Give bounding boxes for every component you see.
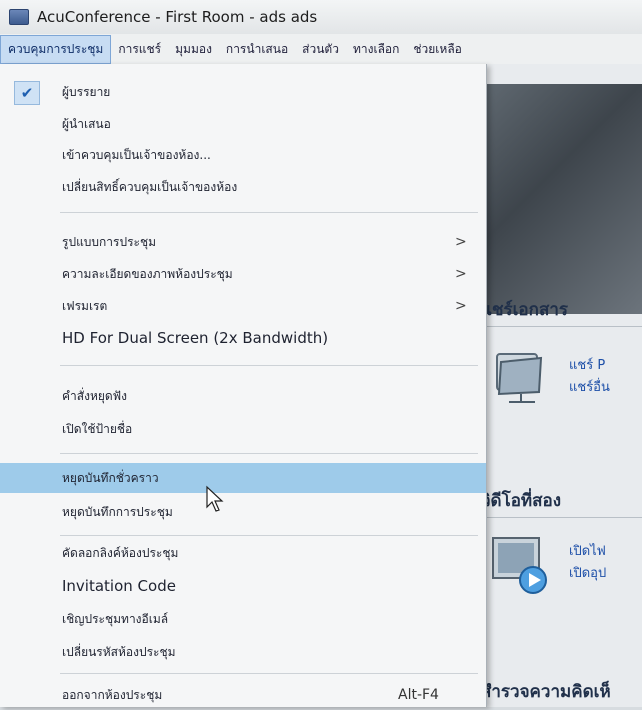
menu-item-label: เปิดใช้ป้ายชื่อ xyxy=(62,421,133,436)
menu-item-label: HD For Dual Screen (2x Bandwidth) xyxy=(62,329,329,347)
menu-item-email-invite[interactable]: เชิญประชุมทางอีเมล์ xyxy=(0,604,486,634)
menu-presentation[interactable]: การนำเสนอ xyxy=(219,36,295,63)
menu-separator xyxy=(60,365,478,366)
folder-icon[interactable] xyxy=(491,342,551,404)
menu-meeting-control[interactable]: ควบคุมการประชุม xyxy=(0,34,112,64)
menu-item-label: เฟรมเรต xyxy=(62,298,108,313)
menu-item-label: เปลี่ยนรหัสห้องประชุม xyxy=(62,644,176,659)
menu-separator xyxy=(60,673,478,674)
menu-item-frame-rate[interactable]: เฟรมเรต > xyxy=(0,291,486,321)
app-icon xyxy=(9,9,29,25)
menu-item-stop-recording[interactable]: หยุดบันทึกการประชุม xyxy=(0,497,486,527)
menu-item-invitation-code[interactable]: Invitation Code xyxy=(0,571,486,601)
menu-item-label: ผู้บรรยาย xyxy=(62,84,111,99)
menu-item-take-ownership[interactable]: เข้าควบคุมเป็นเจ้าของห้อง... xyxy=(0,140,486,170)
share-link-2[interactable]: แชร์อื่น xyxy=(569,376,610,397)
menu-bar: ควบคุมการประชุม การแชร์ มุมมอง การนำเสนอ… xyxy=(0,34,642,65)
check-icon: ✔ xyxy=(14,81,40,105)
menu-item-label: เข้าควบคุมเป็นเจ้าของห้อง... xyxy=(62,147,211,162)
menu-item-video-resolution[interactable]: ความละเอียดของภาพห้องประชุม > xyxy=(0,259,486,289)
menu-separator xyxy=(60,212,478,213)
menu-item-label: หยุดบันทึกชั่วคราว xyxy=(62,470,159,485)
menu-item-label: เปลี่ยนสิทธิ์ควบคุมเป็นเจ้าของห้อง xyxy=(62,179,238,194)
menu-item-enable-name-tags[interactable]: เปิดใช้ป้ายชื่อ xyxy=(0,414,486,444)
shortcut-label: Alt-F4 xyxy=(398,687,439,703)
menu-item-label: ออกจากห้องประชุม xyxy=(62,687,163,702)
meeting-control-menu: ✔ ผู้บรรยาย ผู้นำเสนอ เข้าควบคุมเป็นเจ้า… xyxy=(0,64,487,707)
share-docs-title: แชร์เอกสาร xyxy=(481,300,568,320)
monitor-play-icon[interactable] xyxy=(491,534,551,596)
chevron-right-icon: > xyxy=(455,234,467,250)
section-divider xyxy=(481,326,642,327)
menu-item-pause-recording[interactable]: หยุดบันทึกชั่วคราว xyxy=(0,463,486,493)
menu-separator xyxy=(60,535,478,536)
menu-item-label: หยุดบันทึกการประชุม xyxy=(62,504,173,519)
menu-item-label: คัดลอกลิงค์ห้องประชุม xyxy=(62,545,179,560)
menu-personal[interactable]: ส่วนตัว xyxy=(295,36,346,63)
menu-view[interactable]: มุมมอง xyxy=(168,36,219,63)
menu-item-label: Invitation Code xyxy=(62,577,176,595)
menu-item-presenter[interactable]: ผู้นำเสนอ xyxy=(0,109,486,139)
mouse-cursor-icon xyxy=(206,485,224,512)
menu-options[interactable]: ทางเลือก xyxy=(346,36,406,63)
menu-item-presenter-speaker[interactable]: ✔ ผู้บรรยาย xyxy=(0,77,486,107)
chevron-right-icon: > xyxy=(455,298,467,314)
menu-item-change-ownership[interactable]: เปลี่ยนสิทธิ์ควบคุมเป็นเจ้าของห้อง xyxy=(0,172,486,202)
menu-item-label: ผู้นำเสนอ xyxy=(62,116,111,131)
menu-item-label: คำสั่งหยุดฟัง xyxy=(62,388,128,403)
menu-item-copy-room-link[interactable]: คัดลอกลิงค์ห้องประชุม xyxy=(0,538,486,568)
title-bar: AcuConference - First Room - ads ads xyxy=(0,0,642,34)
menu-item-change-room-password[interactable]: เปลี่ยนรหัสห้องประชุม xyxy=(0,637,486,667)
share-link-1[interactable]: แชร์ P xyxy=(569,354,605,375)
section-divider xyxy=(481,517,642,518)
video-preview xyxy=(487,84,642,314)
menu-separator xyxy=(60,453,478,454)
video-link-2[interactable]: เปิดอุป xyxy=(569,562,606,583)
window-title: AcuConference - First Room - ads ads xyxy=(37,8,318,26)
survey-title: สำรวจความคิดเห็ xyxy=(481,682,611,702)
menu-item-label: ความละเอียดของภาพห้องประชุม xyxy=(62,266,233,281)
second-video-title: วิดีโอที่สอง xyxy=(481,491,562,511)
video-link-1[interactable]: เปิดไฟ xyxy=(569,540,606,561)
menu-item-stop-listening[interactable]: คำสั่งหยุดฟัง xyxy=(0,381,486,411)
chevron-right-icon: > xyxy=(455,266,467,282)
menu-item-label: เชิญประชุมทางอีเมล์ xyxy=(62,611,169,626)
menu-help[interactable]: ช่วยเหลือ xyxy=(406,36,469,63)
menu-share[interactable]: การแชร์ xyxy=(111,36,168,63)
menu-item-exit-room[interactable]: ออกจากห้องประชุม Alt-F4 xyxy=(0,680,486,710)
main-panel: แชร์เอกสาร แชร์ P แชร์อื่น วิดีโอที่สอง … xyxy=(481,64,642,707)
menu-item-label: รูปแบบการประชุม xyxy=(62,234,157,249)
menu-item-meeting-layout[interactable]: รูปแบบการประชุม > xyxy=(0,227,486,257)
menu-item-hd-dual-screen[interactable]: HD For Dual Screen (2x Bandwidth) xyxy=(0,323,486,353)
